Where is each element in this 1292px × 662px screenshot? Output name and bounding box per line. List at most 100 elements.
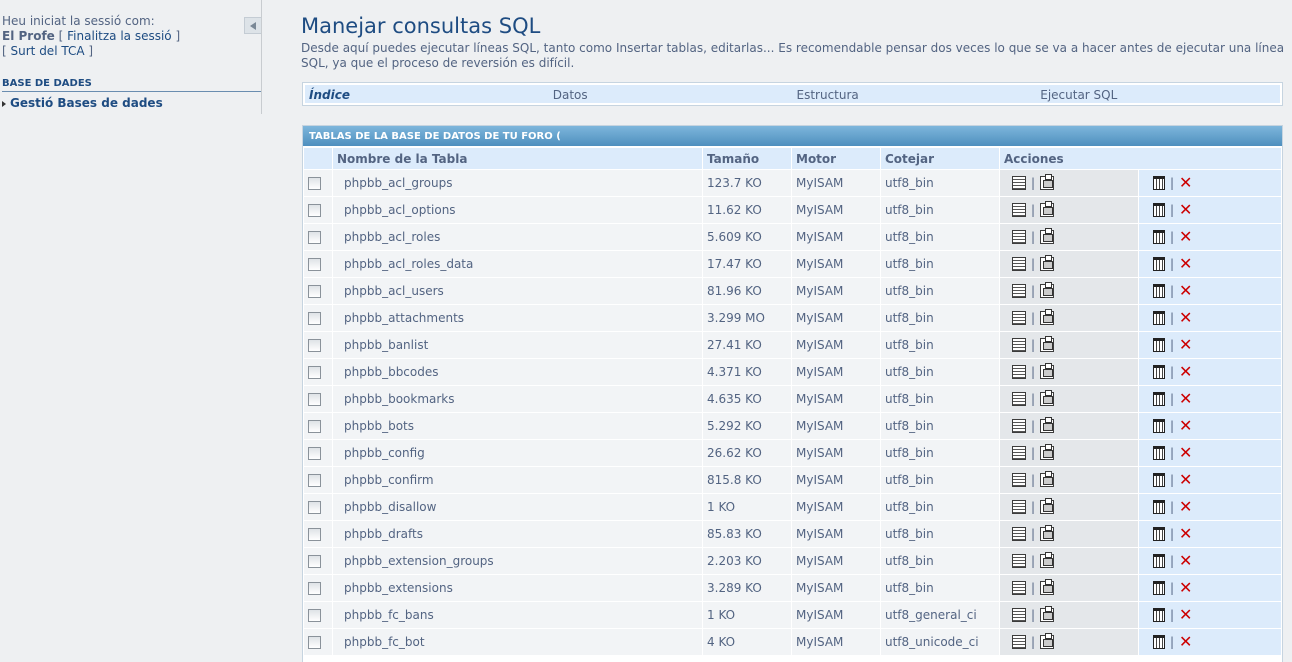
browse-icon[interactable] bbox=[1012, 581, 1026, 596]
drop-table-icon[interactable]: ✕ bbox=[1179, 472, 1192, 488]
exit-link[interactable]: Surt del TCA bbox=[11, 44, 85, 58]
drop-table-icon[interactable]: ✕ bbox=[1179, 634, 1192, 650]
properties-icon[interactable] bbox=[1040, 255, 1055, 272]
empty-table-icon[interactable] bbox=[1153, 554, 1165, 569]
properties-icon[interactable] bbox=[1040, 471, 1055, 488]
row-checkbox[interactable] bbox=[308, 447, 321, 460]
drop-table-icon[interactable]: ✕ bbox=[1179, 256, 1192, 272]
row-checkbox[interactable] bbox=[308, 555, 321, 568]
row-checkbox[interactable] bbox=[308, 204, 321, 217]
empty-table-icon[interactable] bbox=[1153, 608, 1165, 623]
row-checkbox[interactable] bbox=[308, 609, 321, 622]
row-checkbox[interactable] bbox=[308, 528, 321, 541]
properties-icon[interactable] bbox=[1040, 390, 1055, 407]
properties-icon[interactable] bbox=[1040, 498, 1055, 515]
drop-table-icon[interactable]: ✕ bbox=[1179, 202, 1192, 218]
drop-table-icon[interactable]: ✕ bbox=[1179, 607, 1192, 623]
empty-table-icon[interactable] bbox=[1153, 176, 1165, 191]
empty-table-icon[interactable] bbox=[1153, 473, 1165, 488]
drop-table-icon[interactable]: ✕ bbox=[1179, 283, 1192, 299]
row-checkbox[interactable] bbox=[308, 636, 321, 649]
row-checkbox[interactable] bbox=[308, 258, 321, 271]
empty-table-icon[interactable] bbox=[1153, 311, 1165, 326]
empty-table-icon[interactable] bbox=[1153, 500, 1165, 515]
browse-icon[interactable] bbox=[1012, 500, 1026, 515]
properties-icon[interactable] bbox=[1040, 579, 1055, 596]
properties-icon[interactable] bbox=[1040, 282, 1055, 299]
browse-icon[interactable] bbox=[1012, 230, 1026, 245]
properties-icon[interactable] bbox=[1040, 309, 1055, 326]
drop-table-icon[interactable]: ✕ bbox=[1179, 580, 1192, 596]
row-checkbox[interactable] bbox=[308, 420, 321, 433]
browse-icon[interactable] bbox=[1012, 392, 1026, 407]
empty-table-icon[interactable] bbox=[1153, 203, 1165, 218]
browse-icon[interactable] bbox=[1012, 257, 1026, 272]
drop-table-icon[interactable]: ✕ bbox=[1179, 310, 1192, 326]
empty-table-icon[interactable] bbox=[1153, 635, 1165, 650]
empty-table-icon[interactable] bbox=[1153, 392, 1165, 407]
row-checkbox[interactable] bbox=[308, 177, 321, 190]
properties-icon[interactable] bbox=[1040, 606, 1055, 623]
row-checkbox[interactable] bbox=[308, 501, 321, 514]
tab-data[interactable]: Datos bbox=[549, 85, 793, 103]
drop-table-icon[interactable]: ✕ bbox=[1179, 553, 1192, 569]
tab-index[interactable]: Índice bbox=[305, 85, 549, 103]
empty-table-icon[interactable] bbox=[1153, 230, 1165, 245]
browse-icon[interactable] bbox=[1012, 338, 1026, 353]
row-checkbox[interactable] bbox=[308, 231, 321, 244]
drop-table-icon[interactable]: ✕ bbox=[1179, 391, 1192, 407]
tab-execute-sql[interactable]: Ejecutar SQL bbox=[1036, 85, 1280, 103]
browse-icon[interactable] bbox=[1012, 203, 1026, 218]
row-checkbox[interactable] bbox=[308, 393, 321, 406]
browse-icon[interactable] bbox=[1012, 473, 1026, 488]
drop-table-icon[interactable]: ✕ bbox=[1179, 526, 1192, 542]
row-checkbox[interactable] bbox=[308, 339, 321, 352]
properties-icon[interactable] bbox=[1040, 552, 1055, 569]
browse-icon[interactable] bbox=[1012, 365, 1026, 380]
properties-icon[interactable] bbox=[1040, 174, 1055, 191]
properties-icon[interactable] bbox=[1040, 525, 1055, 542]
empty-table-icon[interactable] bbox=[1153, 527, 1165, 542]
drop-table-icon[interactable]: ✕ bbox=[1179, 499, 1192, 515]
row-checkbox[interactable] bbox=[308, 285, 321, 298]
browse-icon[interactable] bbox=[1012, 527, 1026, 542]
empty-table-icon[interactable] bbox=[1153, 338, 1165, 353]
empty-table-icon[interactable] bbox=[1153, 257, 1165, 272]
drop-table-icon[interactable]: ✕ bbox=[1179, 445, 1192, 461]
drop-table-icon[interactable]: ✕ bbox=[1179, 175, 1192, 191]
properties-icon[interactable] bbox=[1040, 336, 1055, 353]
tab-structure[interactable]: Estructura bbox=[793, 85, 1037, 103]
sidebar-item-database-management[interactable]: Gestió Bases de dades bbox=[2, 96, 163, 110]
properties-icon[interactable] bbox=[1040, 363, 1055, 380]
row-checkbox[interactable] bbox=[308, 582, 321, 595]
logout-link[interactable]: Finalitza la sessió bbox=[67, 29, 171, 43]
browse-icon[interactable] bbox=[1012, 635, 1026, 650]
empty-table-icon[interactable] bbox=[1153, 446, 1165, 461]
table-engine: MyISAM bbox=[792, 305, 880, 331]
empty-table-icon[interactable] bbox=[1153, 284, 1165, 299]
browse-icon[interactable] bbox=[1012, 311, 1026, 326]
row-checkbox[interactable] bbox=[308, 366, 321, 379]
properties-icon[interactable] bbox=[1040, 417, 1055, 434]
drop-table-icon[interactable]: ✕ bbox=[1179, 364, 1192, 380]
drop-table-icon[interactable]: ✕ bbox=[1179, 418, 1192, 434]
browse-icon[interactable] bbox=[1012, 608, 1026, 623]
row-checkbox[interactable] bbox=[308, 312, 321, 325]
browse-icon[interactable] bbox=[1012, 176, 1026, 191]
browse-icon[interactable] bbox=[1012, 284, 1026, 299]
empty-table-icon[interactable] bbox=[1153, 581, 1165, 596]
row-checkbox[interactable] bbox=[308, 474, 321, 487]
empty-table-icon[interactable] bbox=[1153, 419, 1165, 434]
collapse-sidebar-button[interactable] bbox=[244, 17, 261, 34]
row-select-cell bbox=[304, 602, 332, 628]
drop-table-icon[interactable]: ✕ bbox=[1179, 337, 1192, 353]
properties-icon[interactable] bbox=[1040, 228, 1055, 245]
browse-icon[interactable] bbox=[1012, 446, 1026, 461]
browse-icon[interactable] bbox=[1012, 419, 1026, 434]
drop-table-icon[interactable]: ✕ bbox=[1179, 229, 1192, 245]
properties-icon[interactable] bbox=[1040, 633, 1055, 650]
browse-icon[interactable] bbox=[1012, 554, 1026, 569]
empty-table-icon[interactable] bbox=[1153, 365, 1165, 380]
properties-icon[interactable] bbox=[1040, 444, 1055, 461]
properties-icon[interactable] bbox=[1040, 201, 1055, 218]
